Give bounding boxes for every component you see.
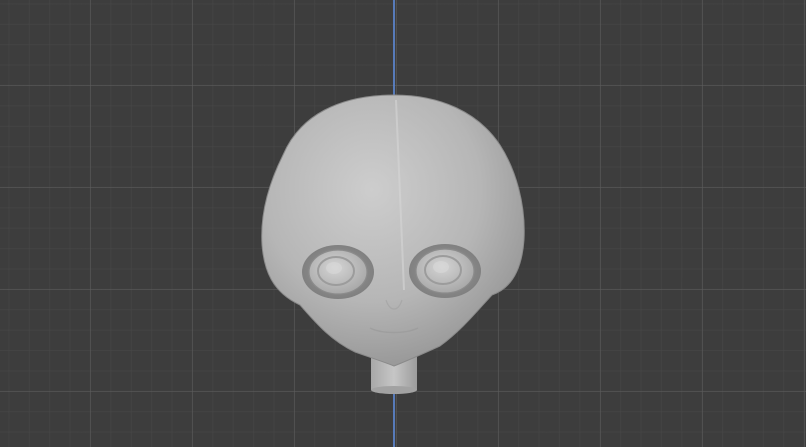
right-eye xyxy=(409,244,481,298)
left-eye xyxy=(302,245,374,299)
3d-viewport[interactable] xyxy=(0,0,806,447)
head-shape xyxy=(261,94,525,367)
head-mesh-model[interactable] xyxy=(0,0,806,447)
